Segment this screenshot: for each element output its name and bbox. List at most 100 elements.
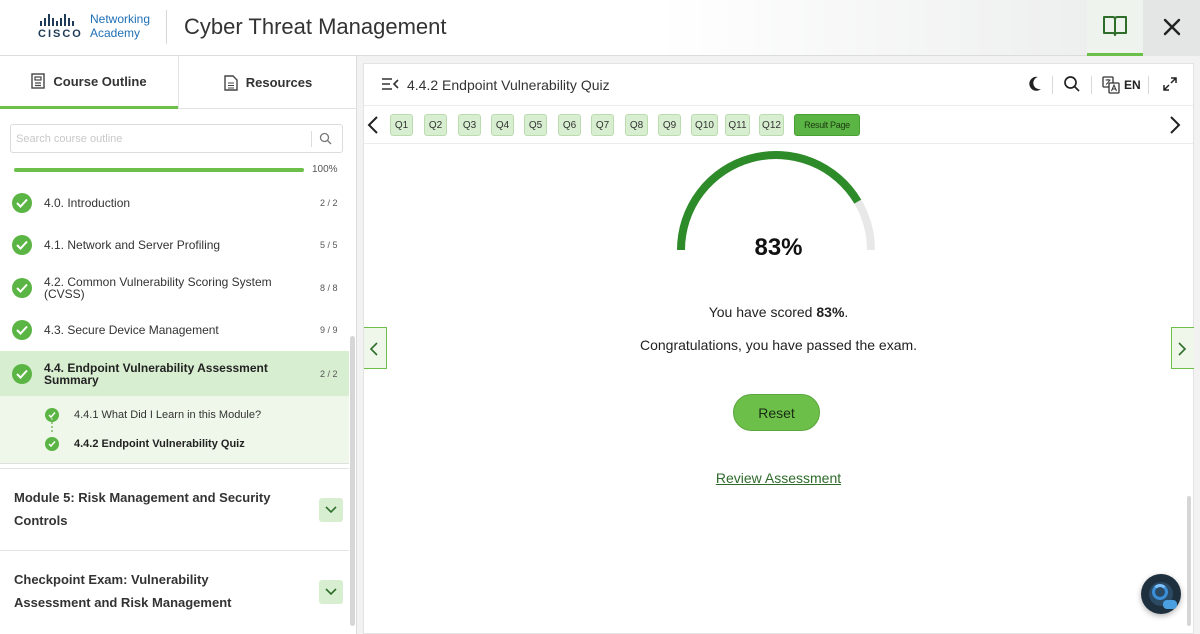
logo-cisco-text: CISCO	[38, 28, 83, 40]
question-button-q11[interactable]: Q11	[725, 114, 750, 136]
outline-item-label: 4.3. Secure Device Management	[44, 323, 219, 337]
completed-check-icon	[45, 437, 59, 451]
outline-item-label: 4.1. Network and Server Profiling	[44, 238, 221, 252]
review-assessment-link-wrap: Review Assessment	[364, 470, 1193, 486]
result-page-button[interactable]: Result Page	[794, 114, 860, 136]
completed-check-icon	[12, 277, 32, 298]
outline-item-label: 4.2. Common Vulnerability Scoring System…	[44, 274, 272, 301]
outline-item-4-0[interactable]: 4.0. Introduction 2 / 2	[0, 182, 349, 224]
tab-resources-label: Resources	[245, 75, 313, 90]
outline-item-count: 5 / 5	[320, 240, 338, 250]
subitem-label: 4.4.1 What Did I Learn in this Module?	[74, 409, 262, 421]
chevron-down-icon	[325, 588, 337, 596]
cisco-networking-academy-logo[interactable]: CISCO Networking Academy	[38, 12, 158, 42]
question-button-q3[interactable]: Q3	[458, 114, 481, 136]
expand-icon[interactable]	[1162, 76, 1178, 92]
subitem-4-4-2[interactable]: 4.4.2 Endpoint Vulnerability Quiz	[0, 431, 349, 457]
module-title: Checkpoint Exam: Vulnerability Assessmen…	[14, 572, 232, 610]
question-button-q7[interactable]: Q7	[591, 114, 614, 136]
outline-item-count: 2 / 2	[320, 368, 338, 379]
translate-icon	[1102, 76, 1120, 94]
chevron-left-icon	[369, 342, 378, 356]
question-button-q9[interactable]: Q9	[658, 114, 681, 136]
logo-brand-top: Networking	[90, 12, 151, 26]
assistant-chat-button[interactable]	[1141, 574, 1181, 614]
chevron-right-icon[interactable]	[1168, 115, 1182, 135]
chevron-down-icon	[325, 506, 337, 514]
course-book-button[interactable]	[1087, 0, 1143, 56]
tab-course-outline[interactable]: Course Outline	[0, 56, 178, 109]
subitem-connector	[51, 418, 53, 432]
module-expand-button[interactable]	[319, 580, 343, 604]
search-separator	[311, 131, 312, 147]
question-button-q5[interactable]: Q5	[524, 114, 547, 136]
page-title: 4.4.2 Endpoint Vulnerability Quiz	[407, 77, 610, 93]
logo-brand-text: Networking Academy	[90, 12, 150, 40]
language-selector[interactable]: EN	[1102, 76, 1141, 94]
next-page-button[interactable]	[1171, 327, 1194, 369]
reset-button[interactable]: Reset	[733, 394, 820, 431]
question-button-q6[interactable]: Q6	[558, 114, 581, 136]
question-button-q1[interactable]: Q1	[390, 114, 413, 136]
search-icon[interactable]	[1063, 75, 1081, 93]
document-icon	[224, 74, 238, 91]
checkpoint-exam[interactable]: Checkpoint Exam: Vulnerability Assessmen…	[0, 550, 349, 632]
outline-icon	[31, 73, 46, 89]
question-button-q4[interactable]: Q4	[491, 114, 514, 136]
score-message-suffix: .	[844, 304, 849, 320]
completed-check-icon	[12, 363, 32, 384]
course-progress-bar	[14, 168, 304, 172]
outline-item-count: 2 / 2	[320, 198, 338, 208]
course-progress-text: 100%	[312, 164, 338, 175]
module-expand-button[interactable]	[319, 498, 343, 522]
app-title: Cyber Threat Management	[184, 14, 447, 39]
outline-list: 4.0. Introduction 2 / 2 4.1. Network and…	[0, 182, 349, 464]
content-scrollbar[interactable]	[1187, 496, 1191, 626]
cisco-bars-icon	[40, 14, 74, 26]
module-title: Module 5: Risk Management and Security C…	[14, 490, 271, 528]
collapse-menu-icon[interactable]	[381, 77, 399, 91]
outline-item-4-1[interactable]: 4.1. Network and Server Profiling 5 / 5	[0, 224, 349, 266]
review-assessment-link[interactable]: Review Assessment	[716, 470, 841, 486]
header-divider	[166, 10, 167, 44]
assistant-badge-icon	[1163, 600, 1177, 609]
outline-subitems: 4.4.1 What Did I Learn in this Module? 4…	[0, 396, 349, 464]
tab-resources[interactable]: Resources	[178, 56, 356, 109]
score-message-value: 83%	[816, 304, 845, 320]
tab-course-outline-label: Course Outline	[53, 73, 147, 89]
congratulations-message: Congratulations, you have passed the exa…	[639, 337, 918, 353]
score-message-prefix: You have scored	[708, 304, 817, 320]
question-navigator: Q1 Q2 Q3 Q4 Q5 Q6 Q7 Q8 Q9 Q10 Q11 Q12 R…	[364, 106, 1193, 144]
course-sidebar: Course Outline Resources 100% 4.0. Intro…	[0, 56, 357, 634]
close-icon	[1163, 18, 1181, 36]
sidebar-scrollbar[interactable]	[350, 336, 355, 626]
chevron-left-icon[interactable]	[366, 115, 380, 135]
outline-search-input[interactable]	[16, 130, 306, 148]
book-open-icon	[1103, 16, 1127, 36]
outline-item-count: 8 / 8	[320, 282, 338, 293]
outline-item-4-2[interactable]: 4.2. Common Vulnerability Scoring System…	[0, 266, 349, 309]
dark-mode-icon[interactable]	[1027, 75, 1043, 93]
question-button-q10[interactable]: Q10	[691, 114, 718, 136]
assistant-ring-icon	[1152, 584, 1168, 600]
completed-check-icon	[12, 193, 32, 213]
outline-item-count: 9 / 9	[320, 325, 338, 335]
toolbar-separator	[1091, 76, 1092, 94]
subitem-label: 4.4.2 Endpoint Vulnerability Quiz	[74, 438, 245, 450]
outline-item-4-4[interactable]: 4.4. Endpoint Vulnerability Assessment S…	[0, 351, 349, 396]
question-button-q12[interactable]: Q12	[759, 114, 784, 136]
previous-page-button[interactable]	[364, 327, 387, 369]
score-message: You have scored 83%.	[364, 304, 1193, 320]
chevron-right-icon	[1178, 342, 1187, 356]
outline-item-4-3[interactable]: 4.3. Secure Device Management 9 / 9	[0, 309, 349, 351]
course-progress-fill	[14, 168, 304, 172]
question-button-q8[interactable]: Q8	[625, 114, 648, 136]
outline-item-label: 4.4. Endpoint Vulnerability Assessment S…	[44, 360, 268, 387]
close-button[interactable]	[1143, 0, 1200, 56]
content-toolbar: 4.4.2 Endpoint Vulnerability Quiz EN	[364, 64, 1193, 106]
language-label: EN	[1124, 78, 1141, 92]
module-5[interactable]: Module 5: Risk Management and Security C…	[0, 468, 349, 550]
question-button-q2[interactable]: Q2	[424, 114, 447, 136]
toolbar-separator	[1148, 76, 1149, 94]
search-icon[interactable]	[319, 132, 332, 145]
